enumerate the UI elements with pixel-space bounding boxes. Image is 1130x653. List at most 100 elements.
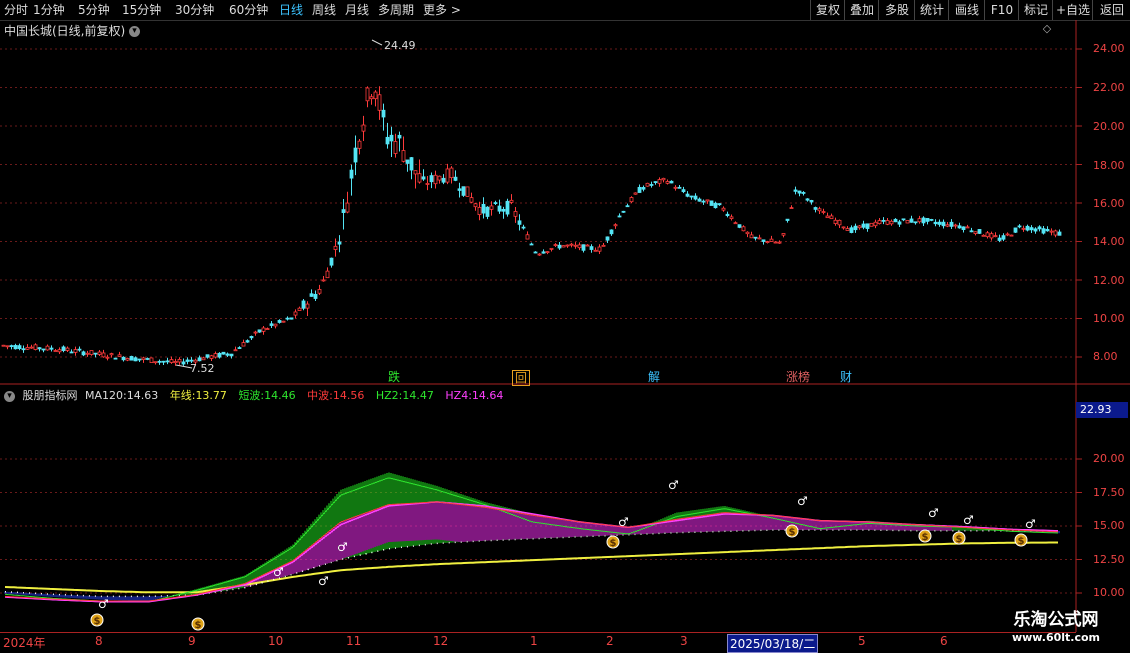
candle-body <box>977 229 982 234</box>
date-tick: 5 <box>858 634 866 648</box>
candle-body <box>893 218 898 223</box>
period-5min[interactable]: 5分钟 <box>78 0 110 20</box>
legend-label: MA120: <box>85 389 127 402</box>
candle-body <box>897 221 902 225</box>
candle-body <box>265 328 270 330</box>
candle-body <box>925 218 930 222</box>
candle-body <box>161 360 166 363</box>
candle-body <box>229 353 234 357</box>
candle-body <box>373 91 378 100</box>
candle-body <box>537 253 542 256</box>
indicator-tick: 20.00 <box>1093 452 1125 465</box>
candle-body <box>529 243 534 246</box>
money-bag-glyph: $ <box>789 527 796 538</box>
period-intraday[interactable]: 分时 <box>4 0 28 20</box>
back-button[interactable]: 返回 <box>1092 0 1130 20</box>
chevron-down-icon[interactable]: ▾ <box>4 390 15 402</box>
stock-title[interactable]: 中国长城(日线,前复权) ▾ <box>4 22 141 39</box>
candle-body <box>225 353 230 356</box>
event-marker-toplist[interactable]: 涨榜 <box>784 370 812 384</box>
candle-body <box>257 329 262 333</box>
money-bag-icon <box>952 531 966 545</box>
date-tick: 11 <box>346 634 362 648</box>
candle-body <box>821 211 826 213</box>
year-line <box>4 541 1058 594</box>
candle-body <box>717 203 722 206</box>
candle-body <box>777 241 782 244</box>
candle-body <box>953 224 958 227</box>
period-15min[interactable]: 15分钟 <box>122 0 161 20</box>
candle-body <box>49 347 54 350</box>
male-symbol-icon: ♂ <box>337 540 348 554</box>
price-grid <box>0 48 1082 358</box>
candle-body <box>249 336 254 339</box>
candle-body <box>845 228 850 231</box>
candle-body <box>5 345 10 348</box>
period-monthly[interactable]: 月线 <box>345 0 369 20</box>
event-marker-finance[interactable]: 财 <box>838 370 854 384</box>
price-tick: 10.00 <box>1093 312 1125 325</box>
candle-body <box>197 357 202 362</box>
candle-body <box>69 351 74 354</box>
overlay-button[interactable]: 叠加 <box>844 0 879 20</box>
candle-body <box>377 94 382 111</box>
candle-body <box>269 323 274 326</box>
legend-value: 14.64 <box>471 389 504 402</box>
candle-body <box>521 226 526 229</box>
price-tick: 18.00 <box>1093 159 1125 172</box>
male-symbol-icon: ♂ <box>618 515 629 529</box>
candle-body <box>989 233 994 239</box>
mark-button[interactable]: 标记 <box>1018 0 1053 20</box>
high-pointer <box>371 39 383 46</box>
candle-body <box>997 237 1002 241</box>
candle-body <box>305 303 310 309</box>
candle-body <box>321 279 326 282</box>
male-symbol-icon: ♂ <box>797 494 808 508</box>
candle-body <box>645 182 650 187</box>
event-marker-unlock[interactable]: 解 <box>646 370 662 384</box>
multi-stock-button[interactable]: 多股 <box>878 0 915 20</box>
candle-body <box>961 226 966 231</box>
candle-body <box>1045 228 1050 232</box>
candle-body <box>189 359 194 362</box>
candle-body <box>649 184 654 186</box>
draw-line-button[interactable]: 画线 <box>948 0 985 20</box>
candle-body <box>121 356 126 361</box>
high-annotation: 24.49 <box>371 39 416 52</box>
legend-value: 14.56 <box>332 389 365 402</box>
chevron-down-icon[interactable]: ▾ <box>129 26 141 37</box>
candle-body <box>369 96 374 100</box>
candle-body <box>573 244 578 247</box>
candle-body <box>393 141 398 154</box>
candle-body <box>773 241 778 244</box>
candle-body <box>1037 226 1042 230</box>
candle-body <box>1017 225 1022 228</box>
candle-body <box>753 236 758 239</box>
indicator-tick: 17.50 <box>1093 486 1125 499</box>
candle-body <box>433 174 438 185</box>
stats-button[interactable]: 统计 <box>914 0 949 20</box>
candle-body <box>609 229 614 235</box>
candle-body <box>85 352 90 355</box>
diamond-icon[interactable]: ◇ <box>1040 22 1054 36</box>
candle-body <box>769 238 774 242</box>
add-watchlist-button[interactable]: +自选 <box>1052 0 1093 20</box>
indicator-name[interactable]: 股朋指标网 <box>23 389 78 402</box>
restore-right-button[interactable]: 复权 <box>810 0 845 20</box>
candle-body <box>909 218 914 223</box>
period-multi[interactable]: 多周期 <box>378 0 414 20</box>
period-weekly[interactable]: 周线 <box>312 0 336 20</box>
candle-body <box>805 198 810 201</box>
money-bag-icon <box>606 535 620 549</box>
f10-button[interactable]: F10 <box>984 0 1019 20</box>
period-more[interactable]: 更多 > <box>423 0 461 20</box>
event-marker-drop[interactable]: 跌 <box>386 370 402 384</box>
candle-body <box>37 347 42 350</box>
period-daily[interactable]: 日线 <box>279 0 303 20</box>
money-bag-icon <box>785 524 799 538</box>
event-marker-back[interactable]: 回 <box>512 370 531 386</box>
period-30min[interactable]: 30分钟 <box>175 0 214 20</box>
period-60min[interactable]: 60分钟 <box>229 0 268 20</box>
candle-body <box>1005 233 1010 236</box>
period-1min[interactable]: 1分钟 <box>33 0 65 20</box>
